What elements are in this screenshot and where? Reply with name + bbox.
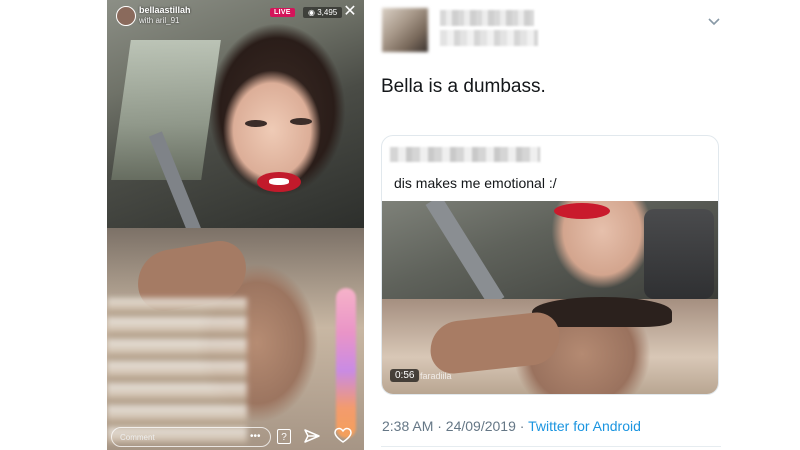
divider xyxy=(381,446,721,447)
avatar[interactable] xyxy=(116,6,136,26)
instagram-live-screenshot: bellaastillah with aril_91 LIVE ◉ 3,495 … xyxy=(107,0,364,450)
close-icon[interactable]: ✕ xyxy=(343,4,357,20)
quoted-video[interactable]: 0:56 faradiila xyxy=(382,201,718,394)
tweet-metadata: 2:38 AM · 24/09/2019 · Twitter for Andro… xyxy=(382,418,641,434)
eye-icon: ◉ xyxy=(308,8,318,17)
live-footer: Comment ••• ? xyxy=(107,424,364,450)
tweet-source[interactable]: Twitter for Android xyxy=(528,418,641,434)
video-top-frame xyxy=(382,201,718,307)
live-video-host xyxy=(107,0,364,239)
quoted-tweet-text: dis makes me emotional :/ xyxy=(394,175,557,191)
live-username[interactable]: bellaastillah xyxy=(139,5,191,15)
live-video-guest xyxy=(107,228,364,450)
blurred-quoted-author xyxy=(390,147,540,162)
send-icon[interactable] xyxy=(303,427,321,445)
viewer-count-value: 3,495 xyxy=(317,8,338,17)
video-watermark: faradiila xyxy=(420,371,452,381)
question-icon[interactable]: ? xyxy=(277,429,291,444)
lips xyxy=(257,172,301,192)
live-badge: LIVE xyxy=(270,8,295,17)
blurred-handle xyxy=(440,30,538,46)
viewer-count[interactable]: ◉ 3,495 xyxy=(303,7,343,18)
comment-placeholder: Comment xyxy=(120,433,155,442)
seatbelt xyxy=(425,201,505,307)
live-header: bellaastillah with aril_91 LIVE ◉ 3,495 … xyxy=(107,0,364,30)
tweet: Bella is a dumbass. dis makes me emotion… xyxy=(364,0,800,450)
chevron-down-icon[interactable] xyxy=(708,18,720,26)
lips xyxy=(554,203,610,219)
heart-icon[interactable] xyxy=(334,427,352,445)
eye xyxy=(290,118,312,125)
hand xyxy=(427,310,563,376)
avatar[interactable] xyxy=(382,8,428,52)
video-duration: 0:56 xyxy=(390,369,420,382)
quoted-tweet[interactable]: dis makes me emotional :/ 0:56 faradiila xyxy=(381,135,719,395)
live-guest-label: with aril_91 xyxy=(139,16,180,25)
more-options-icon[interactable]: ••• xyxy=(250,431,261,442)
blurred-display-name xyxy=(440,10,534,26)
eye xyxy=(245,120,267,127)
tweet-text: Bella is a dumbass. xyxy=(381,76,546,97)
blurred-comments xyxy=(107,298,247,443)
tweet-timestamp[interactable]: 2:38 AM · 24/09/2019 · xyxy=(382,418,528,434)
floating-hearts xyxy=(336,288,356,438)
comment-input[interactable]: Comment xyxy=(111,427,271,447)
car-seat xyxy=(644,209,714,299)
